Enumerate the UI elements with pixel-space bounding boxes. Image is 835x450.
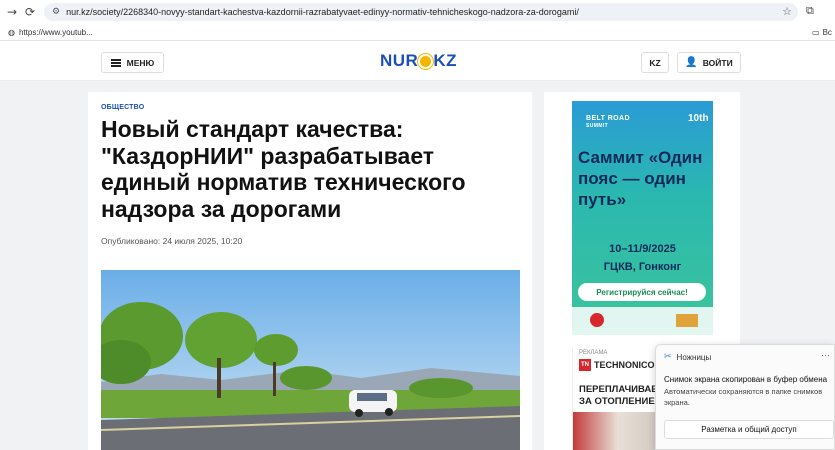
all-bookmarks[interactable]: ▭ Вс [812,28,832,37]
login-label: ВОЙТИ [702,57,733,68]
more-options-icon[interactable]: ··· [821,350,830,360]
ad-brand: BELT ROAD SUMMIT [586,115,630,129]
globe-icon: ◍ [8,27,15,37]
site-logo[interactable]: NUR KZ [380,51,457,71]
hk-emblem-icon [590,313,604,327]
article-title: Новый стандарт качества: "КаздорНИИ" раз… [101,116,466,222]
language-label: KZ [649,57,661,68]
ad-title: Саммит «Один пояс — один путь» [578,148,703,209]
snipping-tool-notification[interactable]: ✂ Ножницы ··· Снимок экрана скопирован в… [655,344,835,450]
logo-nur: NUR [380,51,419,70]
forward-icon[interactable]: → [2,2,22,22]
ad-sponsor-logos [572,307,713,335]
user-icon: 👤 [685,57,698,68]
ad-label: РЕКЛАМА [579,350,608,356]
language-kz-button[interactable]: KZ [641,52,669,73]
notification-subtitle: Автоматически сохраняются в папке снимко… [664,387,823,407]
article-category[interactable]: ОБЩЕСТВО [101,104,144,111]
ad-dates: 10–11/9/2025 [609,243,676,255]
bookmark-label: https://www.youtub... [18,27,93,37]
article-published: Опубликовано: 24 июля 2025, 10:20 [101,236,243,246]
address-bar[interactable]: ⚙ nur.kz/society/2268340-novyy-standart-… [44,3,798,21]
bookmark-youtube[interactable]: ◍ https://www.youtub... [8,28,93,37]
login-button[interactable]: 👤 ВОЙТИ [677,52,741,73]
article-photo [101,270,520,450]
reload-icon[interactable]: ⟳ [20,2,40,22]
bookmarks-bar: ◍ https://www.youtub... ▭ Вс [0,24,835,41]
browser-toolbar: → ⟳ ⚙ nur.kz/society/2268340-novyy-stand… [0,0,835,24]
technonicol-brand: TECHNONICO [594,360,655,370]
folder-icon: ▭ [812,27,820,37]
all-bookmarks-label: Вс [822,27,832,37]
menu-label: МЕНЮ [126,57,155,68]
technonicol-logo: TN TECHNONICO [579,359,655,371]
ad-tenth-badge: 10th [688,113,709,124]
scissors-icon: ✂ [664,352,672,362]
menu-icon [110,58,121,67]
site-header: МЕНЮ NUR KZ KZ 👤 ВОЙТИ [0,41,835,81]
notification-app-name: Ножницы [676,352,712,362]
markup-share-button[interactable]: Разметка и общий доступ [664,420,834,439]
address-text: nur.kz/society/2268340-novyy-standart-ka… [66,7,579,17]
bookmark-star-icon[interactable]: ☆ [782,5,792,18]
summit-ad-banner[interactable]: BELT ROAD SUMMIT 10th Саммит «Один пояс … [572,101,713,335]
ad-place: ГЦКВ, Гонконг [603,261,682,273]
extensions-icon[interactable]: ⧉ [806,4,814,18]
notification-header: ✂ Ножницы [664,352,711,362]
site-info-icon[interactable]: ⚙ [52,7,60,17]
ad-text: ПЕРЕПЛАЧИВАЕ ЗА ОТОПЛЕНИЕ [579,384,658,407]
menu-button[interactable]: МЕНЮ [101,52,164,73]
tn-logo-icon: TN [579,359,591,371]
road-landscape-image [101,270,520,450]
sponsor-logo-icon [676,314,698,327]
notification-title: Снимок экрана скопирован в буфер обмена [664,375,828,384]
ad-register-button[interactable]: Регистрируйся сейчас! [578,283,706,301]
logo-kz: KZ [433,51,458,70]
sun-icon [420,55,432,67]
